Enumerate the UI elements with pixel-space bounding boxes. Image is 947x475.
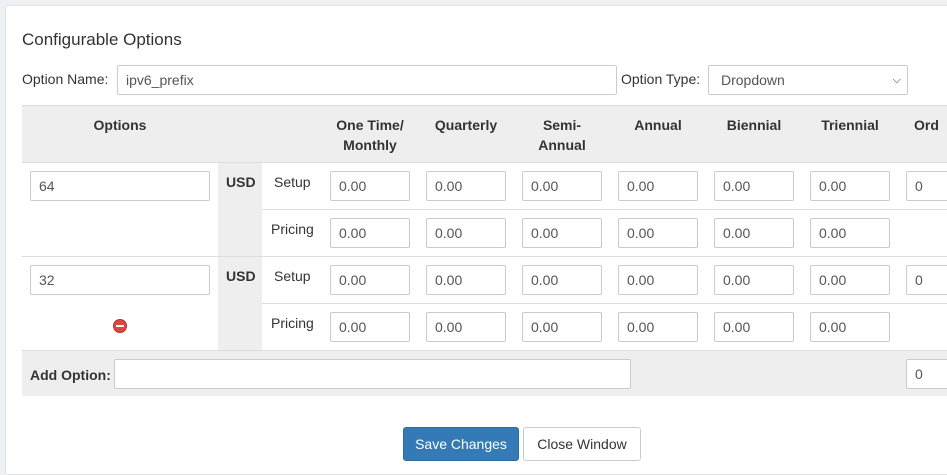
col-semiannual-line1: Semi- [542,117,582,133]
option-value-1: 64 [39,178,55,194]
option-type-select[interactable]: Dropdown ⌵ [708,65,908,95]
col-semiannual: Semi- Annual [514,115,610,155]
pricing-biennial-1-value: 0.00 [723,225,751,241]
col-triennial: Triennial [821,117,879,133]
header-bottom-border [22,162,947,163]
setup-biennial-1[interactable]: 0.00 [714,171,794,201]
pricing-triennial-2[interactable]: 0.00 [810,312,890,342]
col-quarterly: Quarterly [434,117,498,133]
col-biennial: Biennial [726,117,782,133]
option-type-label: Option Type: [621,71,701,87]
setup-annual-1[interactable]: 0.00 [618,171,698,201]
option-value-2: 32 [39,272,55,288]
option-type-value: Dropdown [721,72,785,88]
col-onetime: One Time/ Monthly [322,115,418,155]
row2-divider [262,303,947,304]
save-changes-button[interactable]: Save Changes [403,427,519,461]
pricing-annual-1[interactable]: 0.00 [618,218,698,248]
setup-label-2: Setup [274,268,311,284]
setup-semiannual-2-value: 0.00 [531,272,559,288]
row1-divider [262,209,947,210]
setup-biennial-1-value: 0.00 [723,178,751,194]
pricing-onetime-2[interactable]: 0.00 [330,312,410,342]
pricing-semiannual-1-value: 0.00 [531,225,559,241]
pricing-onetime-2-value: 0.00 [339,319,367,335]
col-onetime-line2: Monthly [343,137,397,153]
currency-label-1: USD [226,174,256,190]
pricing-annual-2-value: 0.00 [627,319,655,335]
section-title: Configurable Options [22,30,182,49]
setup-semiannual-2[interactable]: 0.00 [522,265,602,295]
option-name-label: Option Name: [22,71,109,87]
pricing-label-2: Pricing [271,315,314,331]
setup-triennial-2[interactable]: 0.00 [810,265,890,295]
order-input-2[interactable]: 0 [906,265,947,295]
pricing-onetime-1-value: 0.00 [339,225,367,241]
setup-label-1: Setup [274,174,311,190]
setup-triennial-1-value: 0.00 [819,178,847,194]
header-top-border [22,105,947,106]
add-option-order-value: 0 [915,366,923,382]
pricing-quarterly-2-value: 0.00 [435,319,463,335]
add-option-input[interactable] [114,359,631,389]
setup-annual-1-value: 0.00 [627,178,655,194]
setup-quarterly-1-value: 0.00 [435,178,463,194]
setup-biennial-2[interactable]: 0.00 [714,265,794,295]
remove-circle-icon[interactable] [113,319,127,333]
option-value-input-1[interactable]: 64 [30,171,210,201]
setup-semiannual-1[interactable]: 0.00 [522,171,602,201]
setup-biennial-2-value: 0.00 [723,272,751,288]
option-name-input[interactable]: ipv6_prefix [117,65,617,95]
pricing-quarterly-1-value: 0.00 [435,225,463,241]
col-onetime-line1: One Time/ [336,117,404,133]
pricing-label-1: Pricing [271,221,314,237]
setup-annual-2[interactable]: 0.00 [618,265,698,295]
pricing-biennial-2-value: 0.00 [723,319,751,335]
setup-triennial-1[interactable]: 0.00 [810,171,890,201]
pricing-biennial-2[interactable]: 0.00 [714,312,794,342]
col-semiannual-line2: Annual [538,137,586,153]
pricing-quarterly-2[interactable]: 0.00 [426,312,506,342]
pricing-triennial-1[interactable]: 0.00 [810,218,890,248]
setup-quarterly-2[interactable]: 0.00 [426,265,506,295]
setup-quarterly-1[interactable]: 0.00 [426,171,506,201]
pricing-semiannual-2-value: 0.00 [531,319,559,335]
pricing-biennial-1[interactable]: 0.00 [714,218,794,248]
chevron-down-icon: ⌵ [892,74,901,86]
pricing-triennial-1-value: 0.00 [819,225,847,241]
col-annual: Annual [634,117,682,133]
pricing-triennial-2-value: 0.00 [819,319,847,335]
close-window-button[interactable]: Close Window [523,427,641,461]
currency-label-2: USD [226,268,256,284]
option-value-input-2[interactable]: 32 [30,265,210,295]
pricing-onetime-1[interactable]: 0.00 [330,218,410,248]
add-option-label: Add Option: [30,367,111,383]
pricing-annual-2[interactable]: 0.00 [618,312,698,342]
setup-onetime-1-value: 0.00 [339,178,367,194]
setup-onetime-2[interactable]: 0.00 [330,265,410,295]
pricing-semiannual-1[interactable]: 0.00 [522,218,602,248]
order-2-value: 0 [915,272,923,288]
order-1-value: 0 [915,178,923,194]
setup-quarterly-2-value: 0.00 [435,272,463,288]
pricing-semiannual-2[interactable]: 0.00 [522,312,602,342]
add-option-order-input[interactable]: 0 [906,359,947,389]
setup-semiannual-1-value: 0.00 [531,178,559,194]
row-separator [22,256,947,257]
option-name-value: ipv6_prefix [126,72,194,88]
setup-triennial-2-value: 0.00 [819,272,847,288]
pricing-quarterly-1[interactable]: 0.00 [426,218,506,248]
setup-onetime-1[interactable]: 0.00 [330,171,410,201]
order-input-1[interactable]: 0 [906,171,947,201]
col-order: Ord [914,117,939,133]
pricing-annual-1-value: 0.00 [627,225,655,241]
add-option-top-border [22,350,947,351]
setup-annual-2-value: 0.00 [627,272,655,288]
col-options: Options [93,117,147,133]
setup-onetime-2-value: 0.00 [339,272,367,288]
